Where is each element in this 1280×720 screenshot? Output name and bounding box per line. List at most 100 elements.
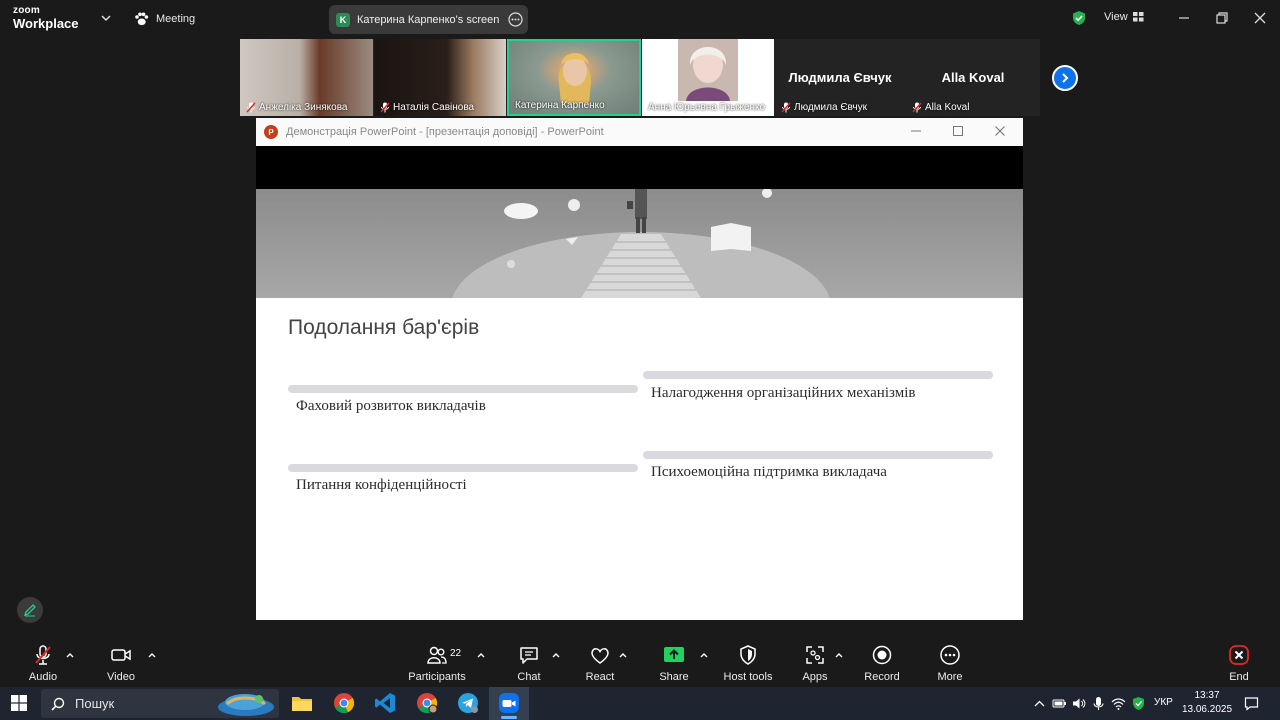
stairs-illustration (452, 189, 830, 298)
restore-icon[interactable] (1214, 10, 1230, 26)
audio-label: Audio (28, 671, 58, 683)
meeting-menu[interactable]: Meeting (134, 11, 195, 27)
search-icon (51, 697, 65, 711)
more-dots-icon (940, 645, 960, 665)
search-highlight-image (218, 694, 274, 716)
chrome-icon[interactable] (333, 692, 355, 714)
video-camera-icon (111, 649, 131, 661)
video-strip: Анжеліка Зинякова Наталія Савінова Катер… (240, 39, 1040, 116)
taskbar-clock[interactable]: 13:37 13.06.2025 (1180, 689, 1234, 717)
host-tools-button[interactable]: Host tools (713, 644, 783, 683)
chevron-up-icon[interactable] (476, 650, 486, 660)
chevron-down-icon[interactable] (100, 12, 112, 24)
view-button[interactable]: View (1104, 11, 1144, 23)
participant-tile[interactable]: Alla Koval Alla Koval (906, 39, 1040, 116)
item-bar (288, 385, 638, 393)
chrome-profile-icon[interactable] (416, 692, 438, 714)
slide-header-image (256, 189, 1023, 298)
input-language[interactable]: УКР (1154, 697, 1173, 708)
participant-tile[interactable]: Анжеліка Зинякова (240, 39, 373, 116)
participant-name-tag: Катерина Карпенко (515, 100, 605, 111)
annotate-button[interactable] (17, 597, 43, 623)
sharer-initial-badge: K (336, 12, 350, 27)
chevron-up-icon[interactable] (551, 650, 561, 660)
chat-label: Chat (517, 671, 541, 683)
slide-top-band (256, 146, 1023, 189)
powerpoint-titlebar: P Демонстрація PowerPoint - [презентація… (256, 118, 1023, 146)
meeting-toolbar: Audio Video Participants 22 Chat React S… (0, 637, 1280, 687)
taskbar-search-box[interactable]: Пошук (41, 689, 279, 718)
wifi-icon[interactable] (1111, 696, 1126, 711)
windows-taskbar: Пошук УКР 13:37 13.06.2025 (0, 687, 1280, 720)
chevron-up-icon[interactable] (1032, 696, 1047, 711)
chevron-up-icon[interactable] (147, 650, 157, 660)
logo-line1: zoom (13, 5, 40, 16)
logo-line2: Workplace (13, 16, 79, 31)
chevron-up-icon[interactable] (699, 650, 709, 660)
participant-name: Людмила Євчук (794, 102, 867, 113)
notifications-icon[interactable] (1244, 696, 1259, 711)
battery-icon[interactable] (1052, 696, 1067, 711)
participant-name-tag: Анжеліка Зинякова (246, 102, 347, 113)
security-shield-icon[interactable] (1131, 696, 1146, 711)
file-explorer-icon[interactable] (291, 692, 313, 714)
encryption-shield-icon[interactable] (1071, 10, 1087, 26)
sharer-label: Катерина Карпенко's screen (357, 13, 500, 26)
chevron-up-icon[interactable] (65, 650, 75, 660)
participants-count: 22 (450, 648, 462, 659)
more-label: More (937, 671, 963, 683)
muted-mic-icon (912, 102, 922, 113)
video-label: Video (107, 671, 135, 683)
minimize-icon (911, 130, 921, 132)
record-icon (872, 645, 892, 665)
close-icon[interactable] (1252, 10, 1268, 26)
participant-display-name: Alla Koval (941, 70, 1005, 85)
view-label: View (1104, 11, 1128, 23)
zoom-taskbar-active[interactable] (489, 687, 529, 720)
participant-display-name: Людмила Євчук (788, 70, 892, 85)
chevron-up-icon[interactable] (618, 650, 628, 660)
zoom-logo: zoom Workplace (13, 5, 79, 31)
participant-tile[interactable]: Наталія Савінова (374, 39, 506, 116)
more-button[interactable]: More (915, 644, 985, 683)
participant-tile[interactable]: Анна Юрьевна Грыженко (642, 39, 774, 116)
microphone-icon[interactable] (1091, 696, 1106, 711)
participant-name-tag: Наталія Савінова (380, 102, 474, 113)
maximize-icon (953, 126, 963, 136)
heart-icon (591, 648, 609, 664)
muted-mic-icon (35, 645, 51, 665)
muted-mic-icon (246, 102, 256, 113)
clock-time: 13:37 (1194, 690, 1220, 701)
video-button[interactable]: Video (86, 644, 156, 683)
participants-button[interactable]: Participants (402, 644, 472, 683)
more-options-icon[interactable] (508, 12, 523, 27)
participants-label: Participants (408, 671, 466, 683)
participant-name: Анна Юрьевна Грыженко (648, 102, 766, 113)
zoom-app-icon (499, 693, 519, 713)
windows-start-icon[interactable] (11, 695, 27, 711)
item-bar (643, 451, 993, 459)
minimize-icon[interactable] (1176, 10, 1192, 26)
vscode-icon[interactable] (374, 692, 396, 714)
screen-share-indicator[interactable]: K Катерина Карпенко's screen (329, 5, 528, 34)
participant-tile-active-speaker[interactable]: Катерина Карпенко (507, 39, 641, 116)
telegram-icon[interactable] (457, 692, 479, 714)
meeting-label: Meeting (156, 13, 196, 25)
apps-label: Apps (802, 671, 828, 683)
slide-title: Подолання бар'єрів (288, 316, 480, 339)
end-meeting-button[interactable]: End (1204, 644, 1274, 683)
chevron-up-icon[interactable] (834, 650, 844, 660)
participant-name-tag: Анна Юрьевна Грыженко (648, 102, 765, 113)
pencil-icon (23, 604, 36, 617)
host-tools-label: Host tools (723, 671, 773, 683)
chat-icon (520, 647, 538, 664)
end-x-icon (1229, 645, 1249, 665)
close-icon (995, 126, 1005, 136)
participant-tile[interactable]: Людмила Євчук Людмила Євчук (775, 39, 905, 116)
participant-photo (678, 39, 738, 101)
next-page-button[interactable] (1052, 65, 1078, 91)
chevron-right-icon (1062, 73, 1069, 83)
slide-item: Психоемоційна підтримка викладача (651, 464, 887, 480)
speaker-icon[interactable] (1071, 696, 1086, 711)
record-button[interactable]: Record (847, 644, 917, 683)
